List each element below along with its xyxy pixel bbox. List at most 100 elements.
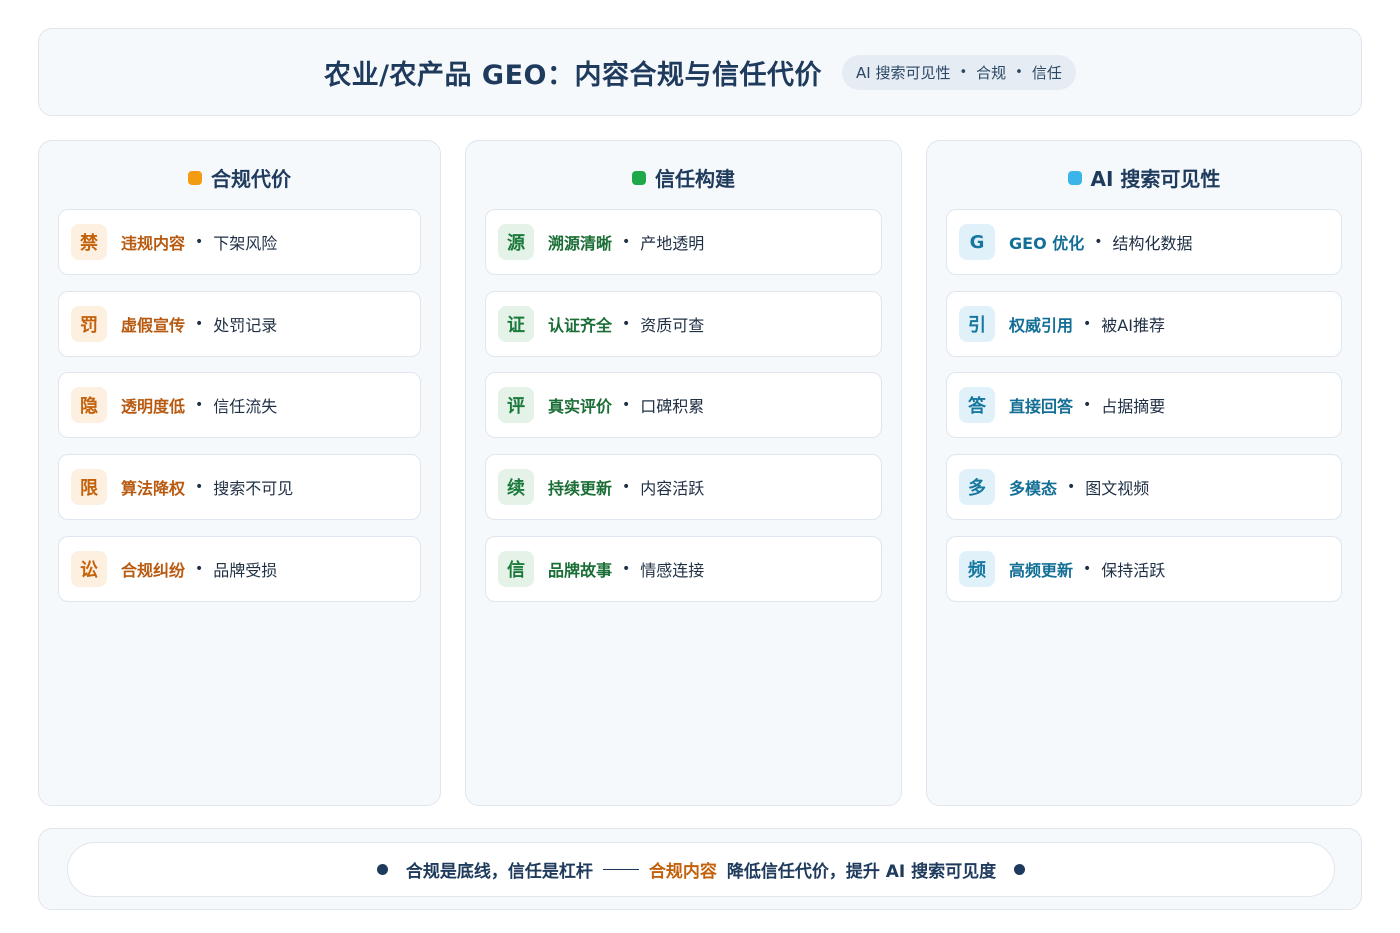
item-separator: • — [1083, 397, 1092, 413]
item-name: 认证齐全 — [548, 316, 613, 335]
footer-accent: 合规内容 — [648, 862, 717, 882]
column-color-dot — [188, 170, 202, 185]
item-separator: • — [622, 316, 631, 332]
item-desc: 资质可查 — [640, 316, 705, 335]
item-name: 多模态 — [1009, 479, 1058, 498]
tag-pill: AI 搜索可见性 • 合规 • 信任 — [841, 54, 1076, 90]
item-name: 权威引用 — [1009, 316, 1074, 335]
item-separator: • — [1083, 561, 1092, 577]
item-desc: 品牌受损 — [213, 561, 278, 580]
list-item: 讼 合规纠纷 • 品牌受损 — [58, 536, 421, 602]
item-desc: 内容活跃 — [640, 479, 705, 498]
list-item: 续 持续更新 • 内容活跃 — [485, 454, 882, 520]
list-item: 引 权威引用 • 被AI推荐 — [946, 291, 1342, 357]
item-badge: 引 — [959, 306, 995, 342]
item-desc: 信任流失 — [213, 397, 278, 416]
page-title: 农业/农产品 GEO：内容合规与信任代价 — [324, 59, 822, 91]
item-desc: 情感连接 — [640, 561, 705, 580]
footer-text-part2: 降低信任代价，提升 AI 搜索可见度 — [726, 862, 997, 882]
bullet-dot-icon — [1014, 864, 1026, 875]
item-badge: 答 — [959, 387, 995, 423]
tag-trust: 信任 — [1031, 63, 1062, 82]
footer-panel: 合规是底线，信任是杠杆 合规内容 降低信任代价，提升 AI 搜索可见度 — [38, 828, 1362, 910]
item-desc: 搜索不可见 — [213, 479, 294, 498]
item-name: 虚假宣传 — [121, 316, 186, 335]
item-name: 算法降权 — [121, 479, 186, 498]
item-desc: 结构化数据 — [1112, 234, 1193, 253]
item-badge: 源 — [498, 224, 534, 260]
item-name: 高频更新 — [1009, 561, 1074, 580]
item-badge: 讼 — [71, 551, 107, 587]
item-desc: 被AI推荐 — [1101, 316, 1165, 335]
item-separator: • — [1094, 234, 1103, 250]
item-badge: 多 — [959, 469, 995, 505]
item-separator: • — [195, 316, 204, 332]
column-header: 合规代价 — [39, 163, 440, 192]
column-title: 合规代价 — [211, 167, 291, 191]
tag-ai-visibility: AI 搜索可见性 — [855, 63, 951, 82]
item-name: 真实评价 — [548, 397, 613, 416]
column-color-dot — [1067, 170, 1082, 185]
tag-compliance: 合规 — [976, 63, 1007, 82]
column-trust-building: 信任构建 源 溯源清晰 • 产地透明 证 认证齐全 • 资质可查 评 真实评价 … — [465, 140, 902, 806]
item-badge: 隐 — [71, 387, 107, 423]
item-badge: G — [959, 224, 995, 260]
item-separator: • — [622, 479, 631, 495]
item-separator: • — [195, 234, 204, 250]
list-item: 证 认证齐全 • 资质可查 — [485, 291, 882, 357]
list-item: 多 多模态 • 图文视频 — [946, 454, 1342, 520]
item-desc: 下架风险 — [213, 234, 278, 253]
column-color-dot — [632, 170, 646, 185]
header-panel: 农业/农产品 GEO：内容合规与信任代价 AI 搜索可见性 • 合规 • 信任 — [38, 28, 1362, 116]
list-item: 源 溯源清晰 • 产地透明 — [485, 209, 882, 275]
item-badge: 评 — [498, 387, 534, 423]
item-name: 品牌故事 — [548, 561, 613, 580]
item-badge: 限 — [71, 469, 107, 505]
item-desc: 口碑积累 — [640, 397, 705, 416]
item-desc: 处罚记录 — [213, 316, 278, 335]
item-badge: 续 — [498, 469, 534, 505]
item-badge: 证 — [498, 306, 534, 342]
item-separator: • — [622, 397, 631, 413]
item-separator: • — [622, 234, 631, 250]
item-name: 透明度低 — [121, 397, 186, 416]
item-name: 违规内容 — [121, 234, 186, 253]
column-title: 信任构建 — [655, 167, 735, 191]
item-name: 直接回答 — [1009, 397, 1074, 416]
list-item: 限 算法降权 • 搜索不可见 — [58, 454, 421, 520]
list-item: 频 高频更新 • 保持活跃 — [946, 536, 1342, 602]
column-title: AI 搜索可见性 — [1090, 167, 1221, 191]
list-item: 信 品牌故事 • 情感连接 — [485, 536, 882, 602]
tag-separator: • — [1015, 64, 1023, 80]
item-name: 溯源清晰 — [548, 234, 613, 253]
item-separator: • — [1067, 479, 1076, 495]
tag-separator: • — [959, 64, 968, 80]
column-header: AI 搜索可见性 — [927, 163, 1361, 192]
item-separator: • — [195, 479, 204, 495]
column-ai-visibility: AI 搜索可见性 G GEO 优化 • 结构化数据 引 权威引用 • 被AI推荐… — [926, 140, 1362, 806]
column-header: 信任构建 — [466, 163, 901, 192]
list-item: 评 真实评价 • 口碑积累 — [485, 372, 882, 438]
column-compliance-cost: 合规代价 禁 违规内容 • 下架风险 罚 虚假宣传 • 处罚记录 隐 透明度低 … — [38, 140, 441, 806]
dash-line-icon — [602, 869, 639, 870]
item-badge: 禁 — [71, 224, 107, 260]
item-separator: • — [1083, 316, 1092, 332]
item-name: 持续更新 — [548, 479, 613, 498]
item-name: 合规纠纷 — [121, 561, 186, 580]
item-desc: 占据摘要 — [1101, 397, 1166, 416]
item-badge: 信 — [498, 551, 534, 587]
list-item: 隐 透明度低 • 信任流失 — [58, 372, 421, 438]
footer-summary: 合规是底线，信任是杠杆 合规内容 降低信任代价，提升 AI 搜索可见度 — [67, 842, 1335, 897]
item-desc: 产地透明 — [640, 234, 705, 253]
footer-text-part1: 合规是底线，信任是杠杆 — [405, 862, 593, 882]
list-item: G GEO 优化 • 结构化数据 — [946, 209, 1342, 275]
item-separator: • — [622, 561, 631, 577]
item-separator: • — [195, 561, 204, 577]
list-item: 罚 虚假宣传 • 处罚记录 — [58, 291, 421, 357]
list-item: 答 直接回答 • 占据摘要 — [946, 372, 1342, 438]
bullet-dot-icon — [376, 864, 388, 875]
item-desc: 保持活跃 — [1101, 561, 1166, 580]
item-name: GEO 优化 — [1009, 234, 1085, 253]
item-badge: 罚 — [71, 306, 107, 342]
list-item: 禁 违规内容 • 下架风险 — [58, 209, 421, 275]
